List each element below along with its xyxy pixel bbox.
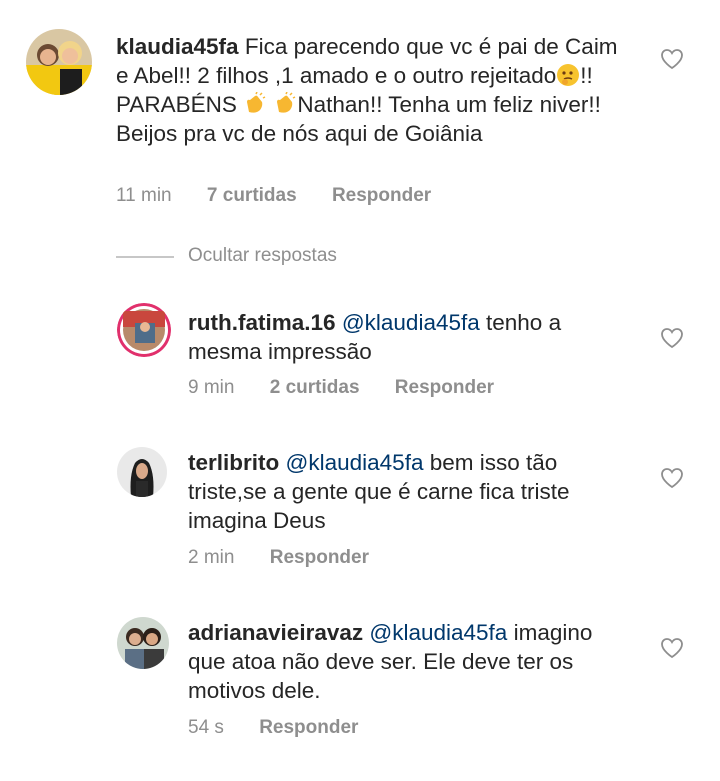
avatar[interactable] (117, 617, 169, 669)
comment-meta: 9 min 2 curtidas Responder (188, 377, 524, 399)
heart-outline-icon[interactable] (660, 48, 684, 70)
comment-meta: 2 min Responder (188, 547, 399, 569)
reply-button[interactable]: Responder (270, 547, 369, 568)
comment-text: ruth.fatima.16 @klaudia45fa tenho a mesm… (188, 308, 628, 366)
comment-username[interactable]: adrianavieiravaz (188, 620, 363, 645)
comment-time: 9 min (188, 377, 235, 398)
comment-username[interactable]: klaudia45fa (116, 34, 239, 59)
reply-button[interactable]: Responder (332, 185, 431, 206)
hide-replies-button[interactable]: Ocultar respostas (188, 245, 337, 267)
heart-outline-icon[interactable] (660, 327, 684, 349)
heart-outline-icon[interactable] (660, 467, 684, 489)
clapping-hands-icon (243, 92, 267, 116)
clapping-hands-icon (273, 92, 297, 116)
reply-button[interactable]: Responder (259, 717, 358, 738)
avatar[interactable] (117, 303, 171, 357)
comment-meta: 54 s Responder (188, 717, 388, 739)
mention-link[interactable]: @klaudia45fa (286, 450, 424, 475)
comment-text: klaudia45fa Fica parecendo que vc é pai … (116, 32, 636, 148)
heart-outline-icon[interactable] (660, 637, 684, 659)
reply-button[interactable]: Responder (395, 377, 494, 398)
avatar[interactable] (117, 447, 167, 497)
comment-time: 54 s (188, 717, 224, 738)
divider-line (116, 256, 174, 258)
comment-meta: 11 min 7 curtidas Responder (116, 185, 461, 207)
comment-username[interactable]: terlibrito (188, 450, 279, 475)
avatar[interactable] (26, 29, 92, 95)
comment-username[interactable]: ruth.fatima.16 (188, 310, 336, 335)
comment-text: terlibrito @klaudia45fa bem isso tão tri… (188, 448, 628, 535)
mention-link[interactable]: @klaudia45fa (342, 310, 480, 335)
mention-link[interactable]: @klaudia45fa (369, 620, 507, 645)
comment-text: adrianavieiravaz @klaudia45fa imagino qu… (188, 618, 628, 705)
thinking-face-icon (556, 63, 580, 87)
comment-time: 11 min (116, 185, 172, 206)
comment-time: 2 min (188, 547, 235, 568)
likes-count[interactable]: 7 curtidas (207, 185, 297, 206)
likes-count[interactable]: 2 curtidas (270, 377, 360, 398)
